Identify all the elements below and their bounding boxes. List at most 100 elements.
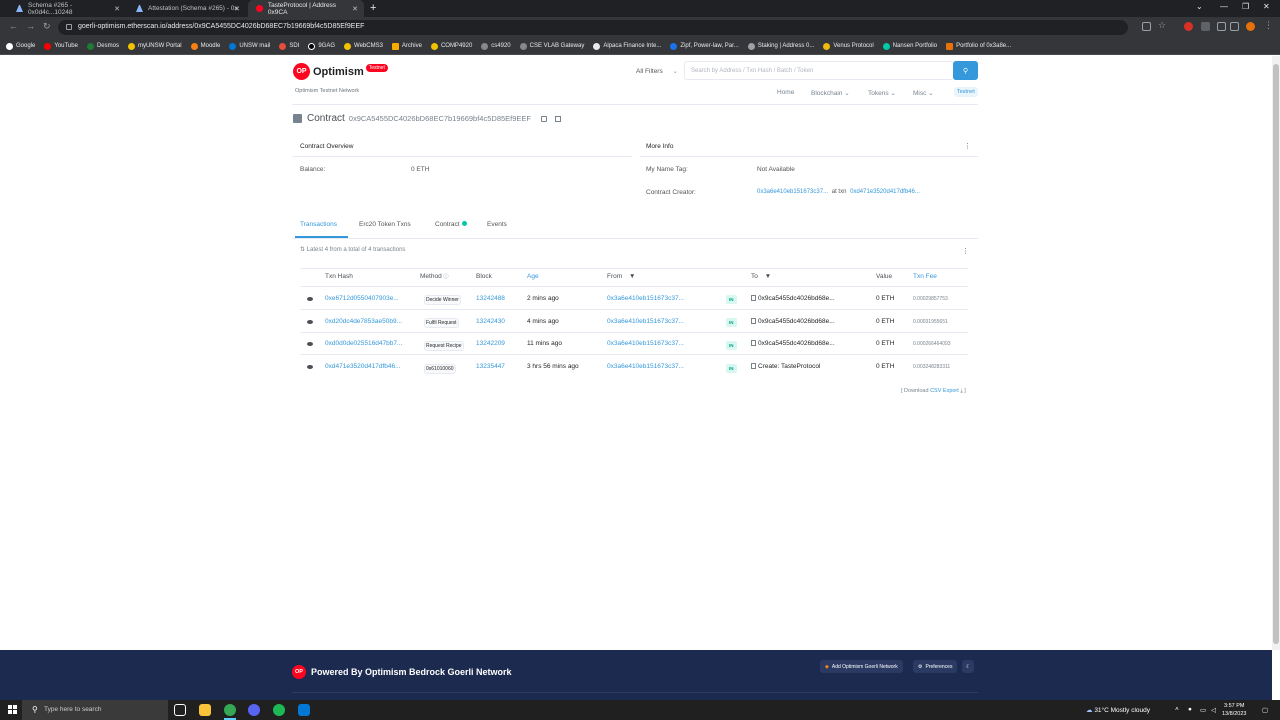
browser-tab-attestation[interactable]: Attestation (Schema #265) - 0x ✕ <box>128 0 246 17</box>
notifications-icon[interactable]: ▢ <box>1262 706 1268 714</box>
from-link[interactable]: 0x3a6e410eb151673c37... <box>607 363 684 370</box>
tab-contract[interactable]: Contract <box>435 221 467 228</box>
discord-icon[interactable] <box>248 704 260 716</box>
txn-hash-link[interactable]: 0xd20dc4de7853ae50b9... <box>325 318 402 325</box>
extension-icon[interactable] <box>1201 22 1210 31</box>
more-options-icon[interactable]: ⋮ <box>962 247 969 255</box>
from-link[interactable]: 0x3a6e410eb151673c37... <box>607 318 684 325</box>
avatar[interactable] <box>1246 22 1255 31</box>
bookmark[interactable]: Archive <box>391 42 422 50</box>
header-age[interactable]: Age <box>527 273 539 280</box>
copy-icon[interactable] <box>541 115 548 122</box>
eye-icon[interactable] <box>307 320 313 324</box>
to-cell[interactable]: 0x9ca5455dc4026bd68e... <box>751 318 835 325</box>
tab-events[interactable]: Events <box>487 221 507 228</box>
search-filter-select[interactable]: All Filters ⌄ <box>636 67 678 75</box>
new-tab-icon[interactable]: + <box>370 2 376 14</box>
close-icon[interactable]: ✕ <box>352 5 358 13</box>
tab-transactions[interactable]: Transactions <box>300 221 337 228</box>
bookmark[interactable]: YouTube <box>44 42 78 50</box>
file-explorer-icon[interactable] <box>199 704 211 716</box>
nav-misc[interactable]: Misc ⌄ <box>913 89 934 97</box>
chrome-icon[interactable] <box>224 704 236 716</box>
creator-address-link[interactable]: 0x3a6e410eb151673c37... <box>757 189 828 195</box>
to-cell[interactable]: Create: TasteProtocol <box>751 363 820 370</box>
bookmark[interactable]: cs4920 <box>481 42 511 50</box>
weather-widget[interactable]: ☁ 31°C Mostly cloudy <box>1086 706 1150 714</box>
task-view-icon[interactable] <box>174 704 186 716</box>
more-options-icon[interactable]: ⋮ <box>964 142 971 150</box>
browser-tab-schema[interactable]: Schema #265 - 0x0d4c...10248 ✕ <box>8 0 126 17</box>
volume-icon[interactable]: ◁ <box>1211 706 1216 714</box>
nav-tokens[interactable]: Tokens ⌄ <box>868 89 896 97</box>
maximize-icon[interactable]: ❐ <box>1242 2 1249 11</box>
lock-icon[interactable] <box>66 24 72 30</box>
bookmark[interactable]: Desmos <box>86 42 119 50</box>
nav-blockchain[interactable]: Blockchain ⌄ <box>811 89 850 97</box>
header-txn-fee[interactable]: Txn Fee <box>913 273 937 280</box>
creator-txn-link[interactable]: 0xd471e3520d417dfb46... <box>850 189 920 195</box>
back-icon[interactable]: ← <box>9 21 18 31</box>
eye-icon[interactable] <box>307 365 313 369</box>
chevron-down-icon[interactable]: ⌄ <box>1196 2 1203 11</box>
chevron-up-icon[interactable]: ˄ <box>1175 706 1179 713</box>
preferences-button[interactable]: ⚙ Preferences <box>913 660 958 673</box>
extensions-puzzle-icon[interactable] <box>1217 22 1226 31</box>
eye-icon[interactable] <box>307 342 313 346</box>
taskbar-search-input[interactable]: ⚲ Type here to search <box>22 700 168 720</box>
bookmark[interactable]: Staking | Address 0... <box>747 42 814 50</box>
filter-icon[interactable]: ▼ <box>765 273 771 280</box>
nav-home[interactable]: Home <box>777 89 794 96</box>
filter-icon[interactable]: ▼ <box>629 273 635 280</box>
bookmark[interactable]: Venus Protocol <box>823 42 874 50</box>
extension-icon[interactable] <box>1184 22 1193 31</box>
windows-start-icon[interactable] <box>8 705 17 714</box>
menu-kebab-icon[interactable]: ⋮ <box>1264 20 1273 31</box>
block-link[interactable]: 13242209 <box>476 340 505 347</box>
csv-export-link[interactable]: CSV Export <box>930 388 959 394</box>
block-link[interactable]: 13235447 <box>476 363 505 370</box>
reload-icon[interactable]: ↻ <box>43 21 51 32</box>
side-panel-icon[interactable] <box>1230 22 1239 31</box>
bookmark[interactable]: CSE VLAB Gateway <box>519 42 584 50</box>
close-window-icon[interactable]: ✕ <box>1263 2 1270 11</box>
close-icon[interactable]: ✕ <box>234 5 240 13</box>
browser-tab-tasteprotocol[interactable]: TasteProtocol | Address 0x9CA ✕ <box>248 0 364 17</box>
search-button[interactable]: ⚲ <box>953 61 978 80</box>
bookmark[interactable]: WebCMS3 <box>344 42 383 50</box>
scrollbar-thumb[interactable] <box>1273 64 1279 644</box>
bookmark[interactable]: SDI <box>279 42 299 50</box>
omnibox[interactable]: goerli-optimism.etherscan.io/address/0x9… <box>58 20 1128 35</box>
tab-erc20-token-txns[interactable]: Erc20 Token Txns <box>359 221 411 228</box>
bookmark[interactable]: myUNSW Portal <box>127 42 182 50</box>
eye-icon[interactable] <box>307 297 313 301</box>
scrollbar[interactable] <box>1272 56 1280 650</box>
dark-mode-toggle[interactable]: ☾ <box>962 660 975 673</box>
share-icon[interactable] <box>1142 22 1151 31</box>
bookmark[interactable]: Nansen Portfolio <box>882 42 937 50</box>
close-icon[interactable]: ✕ <box>114 5 120 13</box>
network-icon[interactable]: ▭ <box>1200 706 1206 714</box>
star-icon[interactable]: ☆ <box>1158 20 1166 31</box>
bookmark[interactable]: UNSW mail <box>229 42 270 50</box>
from-link[interactable]: 0x3a6e410eb151673c37... <box>607 295 684 302</box>
testnet-button[interactable]: Testnet <box>954 87 978 97</box>
txn-hash-link[interactable]: 0xe6712d0550407903e... <box>325 295 399 302</box>
bookmark[interactable]: Google <box>6 42 35 50</box>
qr-code-icon[interactable] <box>555 115 562 122</box>
from-link[interactable]: 0x3a6e410eb151673c37... <box>607 340 684 347</box>
search-input[interactable]: Search by Address / Txn Hash / Batch / T… <box>684 61 954 80</box>
vscode-icon[interactable] <box>298 704 310 716</box>
to-cell[interactable]: 0x9ca5455dc4026bd68e... <box>751 295 835 302</box>
bookmark[interactable]: Alpaca Finance Inte... <box>593 42 661 50</box>
add-network-button[interactable]: ◆ Add Optimism Goerli Network <box>820 660 903 673</box>
bookmark[interactable]: Zipf, Power-law, Par... <box>670 42 739 50</box>
block-link[interactable]: 13242488 <box>476 295 505 302</box>
clock[interactable]: 3:57 PM 13/8/2023 <box>1222 702 1246 718</box>
bookmark[interactable]: 9GAG <box>308 42 335 50</box>
txn-hash-link[interactable]: 0xd0d0de025516d47bb7... <box>325 340 402 347</box>
spotify-icon[interactable] <box>273 704 285 716</box>
bookmark[interactable]: Portfolio of 0x3a8e... <box>946 42 1011 50</box>
forward-icon[interactable]: → <box>26 21 35 31</box>
microphone-icon[interactable]: ● <box>1188 706 1192 713</box>
